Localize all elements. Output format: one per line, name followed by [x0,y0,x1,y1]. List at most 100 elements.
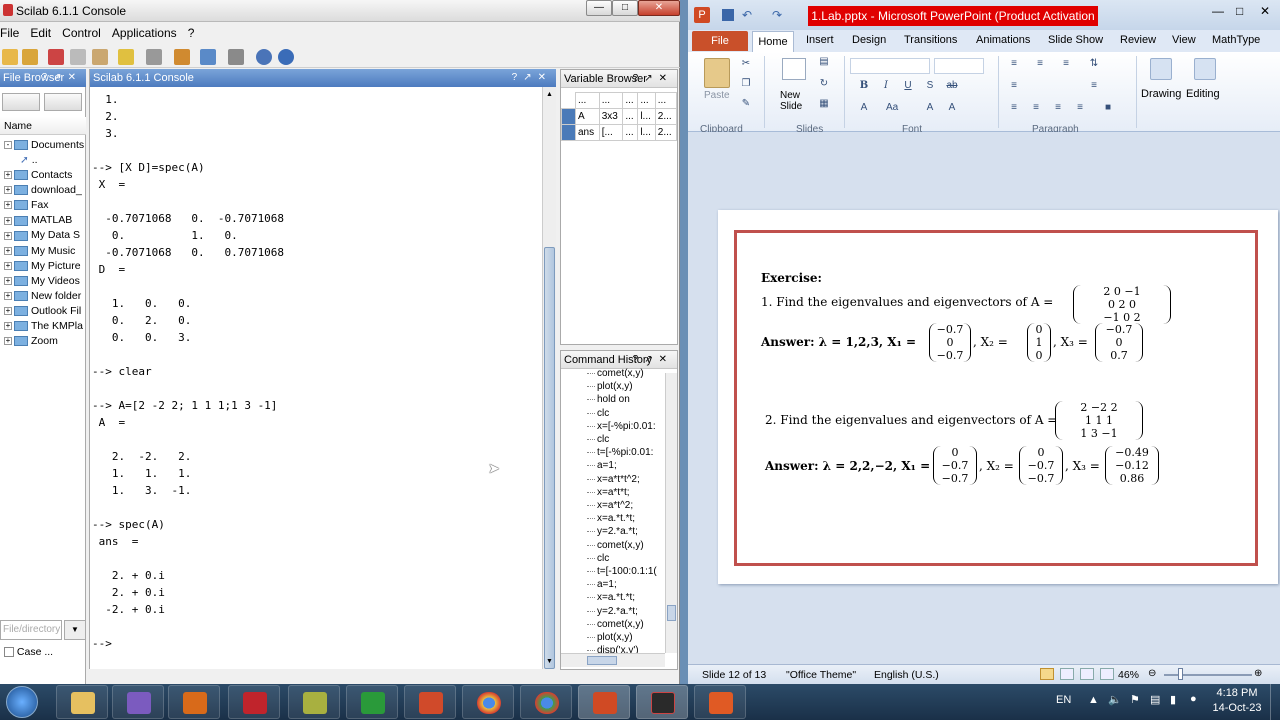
tree-item[interactable]: + Zoom [0,335,86,350]
slideshow-view-icon[interactable] [1100,668,1114,680]
taskbar-explorer[interactable] [56,685,108,719]
tab-review[interactable]: Review [1120,34,1156,46]
paste-icon[interactable] [92,49,108,65]
tree-item[interactable]: + download_ [0,184,86,199]
scroll-up-icon[interactable]: ▲ [546,91,553,98]
variable-cell[interactable]: 2... [654,124,678,141]
bullets-icon[interactable]: ≡ [1008,58,1020,70]
expand-icon[interactable]: + [4,171,12,180]
change-case-icon[interactable]: Aa [886,102,898,114]
menu-help[interactable]: ? [188,26,195,40]
history-scroll-thumb[interactable] [667,605,676,621]
numbering-icon[interactable]: ≡ [1034,58,1046,70]
ppt-close-button[interactable]: ✕ [1260,4,1270,18]
tree-item[interactable]: + My Videos [0,275,86,290]
variable-cell[interactable]: [... [598,124,624,141]
column-header[interactable]: ... [637,92,656,109]
history-item[interactable]: x=a*t^2; [597,499,663,512]
history-item[interactable]: clc [597,552,663,565]
drawing-label[interactable]: Drawing [1141,88,1181,100]
tab-transitions[interactable]: Transitions [904,34,957,46]
history-item[interactable]: t=[-%pi:0.01: [597,446,663,459]
panel-controls-icon[interactable]: ?↗✕ [512,69,552,87]
align-center-icon[interactable]: ≡ [1030,102,1042,114]
clock-date[interactable]: 14-Oct-23 [1210,702,1264,714]
close-button[interactable]: ✕ [638,0,680,16]
history-item[interactable]: clc [597,433,663,446]
history-item[interactable]: a=1; [597,459,663,472]
history-hscroll-thumb[interactable] [587,656,617,665]
variable-cell[interactable]: A [575,108,600,125]
tab-insert[interactable]: Insert [806,34,834,46]
expand-icon[interactable]: + [4,201,12,210]
variable-cell[interactable]: 3x3 [598,108,624,125]
copy-icon[interactable]: ❐ [740,78,752,90]
settings-icon[interactable] [228,49,244,65]
expand-icon[interactable]: + [4,261,12,270]
history-item[interactable]: x=a*t*t^2; [597,473,663,486]
history-item[interactable]: x=[-%pi:0.01: [597,420,663,433]
new-slide-label[interactable]: New Slide [780,90,814,112]
tree-item[interactable]: + My Music [0,245,86,260]
menu-edit[interactable]: Edit [30,26,51,40]
history-scrollbar[interactable] [665,373,677,653]
history-item[interactable]: comet(x,y) [597,539,663,552]
font-name-dropdown[interactable] [850,58,930,74]
editing-icon[interactable] [1194,58,1216,80]
history-item[interactable]: t=[-100:0.1:1( [597,565,663,578]
variable-cell[interactable]: l... [637,108,656,125]
column-header[interactable]: ... [654,92,678,109]
bluetooth-icon[interactable]: ● [1190,693,1197,705]
redo-icon[interactable]: ↷ [772,8,782,22]
taskbar-matlab-16[interactable] [404,685,456,719]
variable-cell[interactable]: l... [637,124,656,141]
shrink-font-icon[interactable]: A [946,102,958,114]
taskbar-texmaker[interactable] [288,685,340,719]
indent-icon[interactable]: ≡ [1060,58,1072,70]
help-icon[interactable] [278,49,294,65]
taskbar-powerpoint[interactable] [578,685,630,719]
ppt-minimize-button[interactable]: — [1212,4,1224,18]
expand-icon[interactable]: + [4,322,12,331]
name-column-header[interactable]: Name [0,117,86,135]
expand-icon[interactable]: + [4,276,12,285]
console-scrollbar[interactable]: ▲ ▼ [542,87,556,669]
expand-icon[interactable]: + [4,216,12,225]
history-item[interactable]: y=2.*a.*t; [597,605,663,618]
history-item[interactable]: y=2.*a.*t; [597,525,663,538]
menu-applications[interactable]: Applications [112,26,177,40]
open-folder-icon[interactable] [22,49,38,65]
zoom-in-icon[interactable]: ⊕ [1254,668,1262,679]
print-icon[interactable] [146,49,162,65]
web-icon[interactable] [256,49,272,65]
menu-file[interactable]: File [0,26,19,40]
history-item[interactable]: x=a.*t.*t; [597,512,663,525]
columns-icon[interactable]: ≡ [1008,80,1020,92]
save-icon[interactable] [722,9,734,21]
tree-item[interactable]: + Outlook Fil [0,305,86,320]
console-output[interactable]: 1. 2. 3. --> [X D]=spec(A) X = -0.7071068… [90,91,540,671]
text-direction-icon[interactable]: ⇅ [1088,58,1100,70]
variable-row[interactable]: A 3x3... l... 2... [561,108,678,125]
language-indicator[interactable]: English (U.S.) [874,669,939,681]
taskbar-app-green[interactable] [346,685,398,719]
copy-icon[interactable] [70,49,86,65]
tree-parent[interactable]: ➚ .. [0,154,86,169]
taskbar-chrome[interactable] [462,685,514,719]
filter-dropdown[interactable]: ▼ [64,620,86,640]
taskbar-scilab[interactable] [636,685,688,719]
drawing-icon[interactable] [1150,58,1172,80]
tree-item[interactable]: + Fax [0,199,86,214]
align-right-icon[interactable]: ≡ [1052,102,1064,114]
power-icon[interactable]: ▮ [1170,693,1176,706]
smartart-icon[interactable]: ■ [1102,102,1114,114]
taskbar-visual-studio[interactable] [112,685,164,719]
theme-indicator[interactable]: "Office Theme" [786,669,856,681]
italic-icon[interactable]: I [880,80,892,92]
tree-item[interactable]: + MATLAB [0,214,86,229]
editing-label[interactable]: Editing [1186,88,1220,100]
tools-icon[interactable] [118,49,134,65]
shadow-icon[interactable]: S [924,80,936,92]
zoom-level[interactable]: 46% [1118,669,1139,681]
column-header[interactable]: ... [575,92,600,109]
